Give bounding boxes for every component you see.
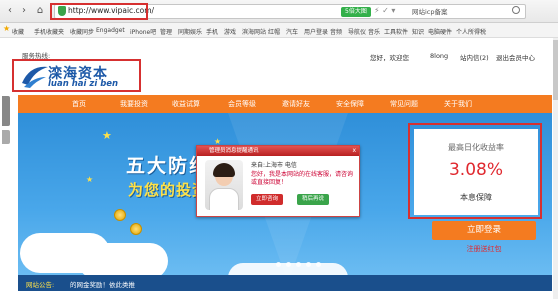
star-icon: ★ — [102, 129, 112, 142]
bookmark-item[interactable]: 导航仪 — [348, 27, 366, 36]
bookmark-item[interactable]: 滨海网站 — [242, 27, 266, 36]
bookmark-item[interactable]: 知识 — [412, 27, 424, 36]
chat-popup: 管理员消息提醒通讯 x 来自:上海市 电信 您好，我是本网站的在线客服，请咨询或… — [196, 145, 360, 217]
bookmark-item[interactable]: 收藏 — [12, 27, 24, 36]
login-button[interactable]: 立即登录 — [432, 221, 536, 240]
bookmark-item[interactable]: 电脑硬件 — [428, 27, 452, 36]
bookmark-item[interactable]: 音乐 — [368, 27, 380, 36]
bookmark-item[interactable]: 游戏 — [224, 27, 236, 36]
carousel-dot[interactable] — [306, 262, 311, 267]
greeting-text: 您好，欢迎您 — [370, 54, 409, 62]
popup-title-bar: 管理员消息提醒通讯 x — [197, 146, 359, 156]
coin-icon — [114, 209, 126, 221]
bookmark-item[interactable]: 同期娱乐 — [178, 27, 202, 36]
nav-item-home[interactable]: 首页 — [72, 99, 86, 109]
nav-item-faq[interactable]: 常见问题 — [390, 99, 418, 109]
nav-item-about[interactable]: 关于我们 — [444, 99, 472, 109]
site-header: 服务热线: 滦海资本 luan hai zi ben 您好，欢迎您 8long … — [0, 38, 558, 93]
bookmark-item[interactable]: 用户登录 — [304, 27, 328, 36]
bookmark-item[interactable]: 手机 — [206, 27, 218, 36]
browser-address-bar: ‹ › ⌂ http://www.vipaic.com/ 5倍大图 ⚡ ✓ ▾ … — [0, 0, 558, 23]
star-icon: ★ — [86, 175, 94, 184]
carousel-dots — [276, 261, 326, 269]
forward-icon[interactable]: › — [18, 5, 30, 17]
main-nav: 首页 我要投资 收益试算 会员等级 邀请好友 安全保障 常见问题 关于我们 — [18, 95, 552, 113]
logout-link[interactable]: 退出会员中心 — [496, 52, 535, 62]
nav-item-security[interactable]: 安全保障 — [336, 99, 364, 109]
later-button[interactable]: 稍后再说 — [297, 194, 330, 205]
search-icon[interactable] — [512, 6, 520, 14]
notice-text[interactable]: 的网金奖励！依此类推 — [70, 279, 135, 289]
nav-item-invest[interactable]: 我要投资 — [120, 99, 148, 109]
bookmark-item[interactable]: 音频 — [330, 27, 342, 36]
popup-message: 您好，我是本网站的在线客服，请咨询或直接回复！ — [251, 171, 354, 186]
url-highlight-box — [50, 3, 148, 20]
side-tab[interactable] — [2, 96, 10, 126]
bookmark-item[interactable]: 手机收藏夹 — [34, 27, 64, 36]
message-link[interactable]: 站内信(2) — [460, 52, 489, 62]
home-icon[interactable]: ⌂ — [34, 5, 46, 17]
bookmark-item[interactable]: 汽车 — [286, 27, 298, 36]
nav-item-calculator[interactable]: 收益试算 — [172, 99, 200, 109]
back-icon[interactable]: ‹ — [4, 5, 16, 17]
scrollbar-thumb[interactable] — [553, 40, 558, 100]
bookmark-item[interactable]: 红帽 — [268, 27, 280, 36]
notice-label: 网站公告: — [26, 281, 55, 289]
speed-badge[interactable]: 5倍大图 — [341, 7, 371, 17]
nav-item-invite[interactable]: 邀请好友 — [282, 99, 310, 109]
notice-bar: 网站公告: 的网金奖励！依此类推 — [18, 275, 552, 291]
side-tab[interactable] — [2, 130, 10, 144]
avatar-hair — [213, 163, 235, 177]
star-icon: ★ — [3, 24, 11, 33]
carousel-dot[interactable] — [286, 262, 291, 267]
carousel-dot[interactable] — [276, 262, 281, 267]
bookmark-item[interactable]: 个人所得税 — [456, 27, 486, 36]
bookmarks-bar: ★ 收藏 手机收藏夹 收藏同步 Engadget iPhone吧 管理 同期娱乐… — [0, 23, 558, 38]
coin-icon — [130, 223, 142, 235]
agent-avatar — [205, 160, 243, 210]
logo-highlight-box — [12, 59, 141, 92]
avatar-body — [209, 188, 239, 210]
nav-item-membership[interactable]: 会员等级 — [228, 99, 256, 109]
popup-title: 管理员消息提醒通讯 — [209, 148, 259, 154]
bookmark-item[interactable]: 收藏同步 — [70, 27, 94, 36]
yield-highlight-box — [408, 123, 542, 219]
close-icon[interactable]: x — [352, 146, 356, 156]
cloud-shape — [78, 243, 168, 275]
bookmark-item[interactable]: Engadget — [96, 27, 125, 34]
carousel-dot[interactable] — [296, 262, 301, 267]
register-link[interactable]: 注册送红包 — [432, 244, 536, 254]
consult-button[interactable]: 立即咨询 — [251, 194, 284, 205]
lightning-icon[interactable]: ⚡ ✓ ▾ — [374, 6, 395, 15]
popup-from: 来自:上海市 电信 — [251, 162, 297, 169]
search-input[interactable]: 网站icp备案 — [412, 6, 448, 16]
username-link[interactable]: 8long — [430, 52, 448, 60]
carousel-dot[interactable] — [316, 262, 321, 267]
bookmark-item[interactable]: 工具软件 — [384, 27, 408, 36]
bookmark-item[interactable]: 管理 — [160, 27, 172, 36]
bookmark-item[interactable]: iPhone吧 — [130, 27, 156, 36]
